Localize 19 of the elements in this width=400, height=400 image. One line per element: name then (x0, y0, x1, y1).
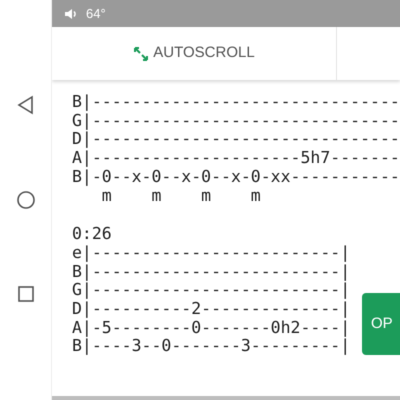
expand-arrows-icon (133, 46, 150, 62)
tab-line: B|-------------------------| (72, 262, 350, 282)
tab-line: B|-0--x-0--x-0--x-0-xx----------- (72, 168, 400, 187)
tab-line: B|------------------------------- (72, 93, 400, 112)
tab-line: B|----3--0-------3---------| (72, 337, 350, 356)
tab-line: e|-------------------------| (72, 244, 350, 263)
temperature-text: 64° (86, 4, 106, 23)
tab-line: D|------------------------------- (72, 130, 400, 150)
tab-line: A|---------------------5h7------- (72, 149, 400, 168)
timestamp-text: 0:26 (72, 225, 112, 244)
tab-line: G|-------------------------| (72, 281, 350, 300)
open-button[interactable]: OP (362, 293, 400, 355)
tab-line: G|------------------------------- (72, 112, 400, 130)
home-icon[interactable] (14, 189, 36, 211)
tab-line: D|----------2--------------| (72, 300, 350, 319)
volume-icon (64, 6, 78, 20)
autoscroll-button[interactable]: AUTOSCROLL (127, 38, 261, 69)
tab-line: A|-5--------0-------0h2----| (72, 318, 350, 338)
tab-line: m m m m (102, 186, 261, 206)
